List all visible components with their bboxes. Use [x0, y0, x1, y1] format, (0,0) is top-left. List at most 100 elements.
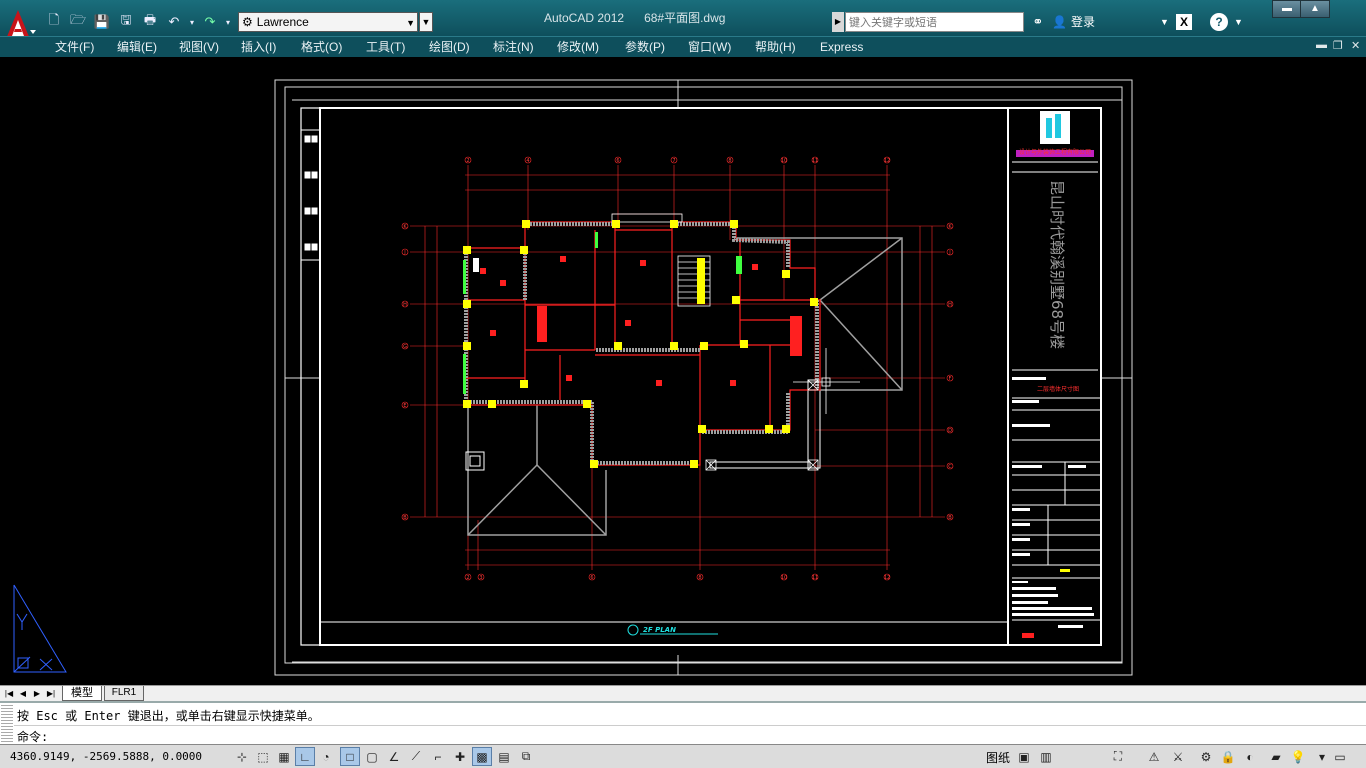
binoculars-icon[interactable]: ⚭	[1028, 12, 1048, 32]
grid-display-icon[interactable]: ▦	[274, 747, 294, 766]
lineweight-icon[interactable]: ✚	[450, 747, 470, 766]
sheet-frame	[274, 79, 1133, 676]
3d-object-snap-icon[interactable]: ▢	[362, 747, 382, 766]
axis-bottom-label: 11	[812, 575, 818, 581]
roof-outlines	[465, 237, 903, 536]
menu-file[interactable]: 文件(F)	[55, 39, 94, 55]
login-dropdown-icon[interactable]: ▼	[1160, 12, 1169, 32]
object-snap-tracking-icon[interactable]: ∠	[384, 747, 404, 766]
coordinate-readout[interactable]: 4360.9149, -2569.5888, 0.0000	[10, 750, 202, 763]
opening-x-boxes	[705, 379, 819, 471]
dynamic-ucs-icon[interactable]: ⟋	[406, 747, 426, 766]
open-file-icon[interactable]: 🗁	[68, 12, 88, 32]
maximize-viewport-icon[interactable]: ⛶	[1108, 747, 1128, 766]
tab-flr1[interactable]: FLR1	[104, 686, 144, 701]
workspace-dropdown[interactable]: ⚙ Lawrence ▼	[238, 12, 418, 32]
command-window: 按 Esc 或 Enter 键退出，或单击右键显示快捷菜单。 命令:	[0, 701, 1366, 744]
status-menu-icon[interactable]: ▾	[1312, 747, 1332, 766]
undo-dropdown-icon[interactable]: ▾	[188, 12, 196, 32]
undo-icon[interactable]: ↶	[164, 12, 184, 32]
search-input[interactable]	[845, 12, 1024, 32]
help-icon[interactable]: ?	[1210, 13, 1228, 31]
search-expand-icon[interactable]: ▶	[832, 12, 844, 32]
new-file-icon[interactable]: 🗋	[44, 12, 64, 32]
quick-view-layouts-icon[interactable]: ▣	[1014, 747, 1034, 766]
light-bulb-icon[interactable]: 💡	[1288, 747, 1308, 766]
hardware-acceleration-icon[interactable]: ▰	[1266, 747, 1286, 766]
window-title: AutoCAD 2012 68#平面图.dwg	[544, 9, 725, 26]
object-snap-icon[interactable]: □	[340, 747, 360, 766]
selection-cycling-icon[interactable]: ⧉	[516, 747, 536, 766]
drawing-canvas[interactable]: 设计与外装饰工程有限公司 昆山时代翰溪别墅68号楼 二层墙体尺寸图 2F PLA…	[0, 57, 1366, 685]
axis-right-label: J	[948, 250, 950, 256]
app-name: AutoCAD 2012	[544, 11, 625, 25]
polar-tracking-icon[interactable]: ◔	[316, 747, 336, 766]
axis-left-label: B	[403, 515, 407, 521]
menu-bar: 文件(F) 编辑(E) 视图(V) 插入(I) 格式(O) 工具(T) 绘图(D…	[0, 36, 1366, 57]
annotation-scale-icon[interactable]: ⚠	[1144, 747, 1164, 766]
customize-qat-icon[interactable]: ▼	[419, 12, 433, 32]
next-tab-icon[interactable]: ▶	[32, 687, 42, 700]
clean-screen-icon[interactable]: ▭	[1330, 747, 1350, 766]
menu-modify[interactable]: 修改(M)	[557, 39, 599, 55]
annotation-visibility-icon[interactable]: ⚔	[1168, 747, 1188, 766]
axis-bottom-label: 12	[884, 575, 890, 581]
wall-hatch	[464, 222, 819, 465]
snap-mode-icon[interactable]: ⬚	[253, 747, 273, 766]
help-dropdown-icon[interactable]: ▼	[1234, 12, 1243, 32]
axis-bottom-label: 2	[466, 575, 469, 581]
save-icon[interactable]: 💾	[92, 12, 112, 32]
lock-ui-icon[interactable]: 🔒	[1218, 747, 1238, 766]
menu-draw[interactable]: 绘图(D)	[429, 39, 470, 55]
quick-view-drawings-icon[interactable]: ▥	[1036, 747, 1056, 766]
dynamic-input-icon[interactable]: ⌐	[428, 747, 448, 766]
isolate-objects-icon[interactable]: ◐	[1240, 747, 1260, 766]
infer-constraints-icon[interactable]: ⊹	[232, 747, 252, 766]
prev-tab-icon[interactable]: ◀	[18, 687, 28, 700]
axis-top-label: 7	[672, 158, 675, 164]
login-button[interactable]: 👤 登录	[1052, 12, 1095, 32]
layout-tab-bar: |◀ ◀ ▶ ▶| 模型 FLR1	[0, 685, 1366, 701]
menu-tools[interactable]: 工具(T)	[366, 39, 405, 55]
ucs-icon	[13, 584, 67, 673]
menu-window[interactable]: 窗口(W)	[688, 39, 731, 55]
fixtures	[480, 256, 802, 386]
tab-model[interactable]: 模型	[62, 686, 102, 701]
menu-insert[interactable]: 插入(I)	[241, 39, 276, 55]
menu-parametric[interactable]: 参数(P)	[625, 39, 665, 55]
axis-right-label: H	[948, 302, 952, 308]
save-as-icon[interactable]: 🖫	[116, 12, 136, 32]
redo-icon[interactable]: ↷	[200, 12, 220, 32]
doc-restore-icon[interactable]: ❐	[1333, 39, 1343, 52]
last-tab-icon[interactable]: ▶|	[46, 687, 56, 700]
structural-columns	[463, 220, 818, 468]
menu-dimension[interactable]: 标注(N)	[493, 39, 534, 55]
command-line-input[interactable]: 命令:	[17, 728, 48, 745]
minimize-button[interactable]: ▬	[1272, 0, 1302, 18]
staircase	[611, 213, 711, 307]
doc-minimize-icon[interactable]: ▬	[1316, 39, 1327, 51]
axis-left-label: H	[403, 302, 407, 308]
menu-format[interactable]: 格式(O)	[301, 39, 342, 55]
menu-view[interactable]: 视图(V)	[179, 39, 219, 55]
redo-dropdown-icon[interactable]: ▾	[224, 12, 232, 32]
axis-bottom-label: 10	[781, 575, 787, 581]
axis-left-label: J	[403, 250, 405, 256]
exchange-x-icon[interactable]: X	[1176, 14, 1192, 30]
paper-space-label[interactable]: 图纸	[986, 749, 1010, 766]
transparency-icon[interactable]: ▩	[472, 747, 492, 766]
doc-close-icon[interactable]: ✕	[1351, 39, 1360, 52]
menu-express[interactable]: Express	[820, 39, 863, 55]
command-window-grip[interactable]	[1, 705, 13, 743]
maximize-button[interactable]: ▲	[1300, 0, 1330, 18]
quick-properties-icon[interactable]: ▤	[494, 747, 514, 766]
print-icon[interactable]: 🖶	[140, 12, 160, 32]
menu-edit[interactable]: 编辑(E)	[117, 39, 157, 55]
menu-help[interactable]: 帮助(H)	[755, 39, 796, 55]
ortho-mode-icon[interactable]: ∟	[295, 747, 315, 766]
workspace-switch-icon[interactable]: ⚙	[1196, 747, 1216, 766]
gear-icon: ⚙	[242, 15, 253, 29]
axis-left-label: G	[403, 344, 407, 350]
first-tab-icon[interactable]: |◀	[4, 687, 14, 700]
axis-right-label: D	[948, 428, 952, 434]
